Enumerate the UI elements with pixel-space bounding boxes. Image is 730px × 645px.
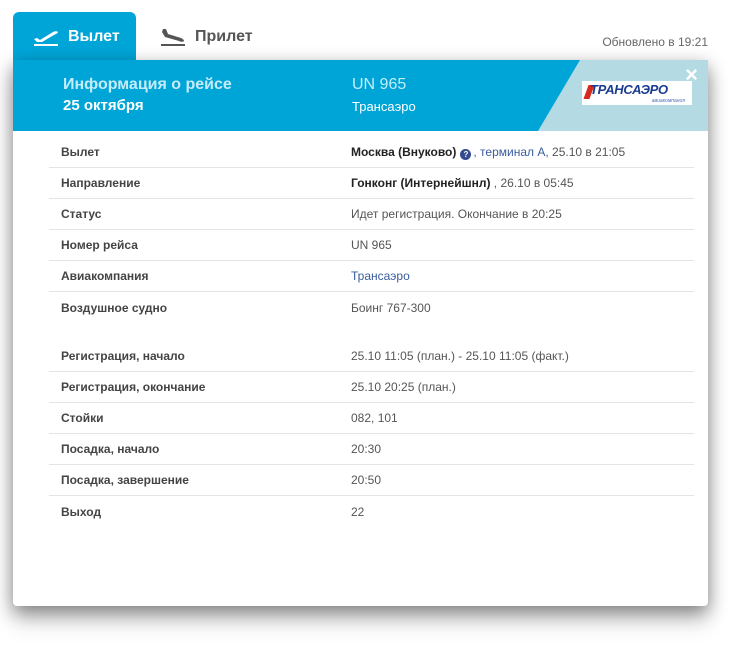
aircraft-value: Боинг 767-300 <box>351 300 431 315</box>
departure-time: , 25.10 в 21:05 <box>545 144 626 159</box>
destination-time: , 26.10 в 05:45 <box>490 176 574 190</box>
status-label: Статус <box>61 207 102 221</box>
tab-departure[interactable]: Вылет <box>13 12 136 62</box>
header-flight-number: UN 965 <box>352 76 407 93</box>
detail-row-checkin-start: Регистрация, начало 25.10 11:05 (план.) … <box>49 341 694 372</box>
airline-logo: ТРАНСАЭРО авиакомпания <box>582 81 692 105</box>
airline-label: Авиакомпания <box>61 269 149 283</box>
boarding-end-value: 20:50 <box>351 473 382 487</box>
flight-number-value: UN 965 <box>351 238 392 252</box>
detail-row-boarding-start: Посадка, начало 20:30 <box>49 434 694 465</box>
boarding-start-label: Посадка, начало <box>61 442 160 456</box>
detail-row-checkin-end: Регистрация, окончание 25.10 20:25 (план… <box>49 372 694 403</box>
tab-departure-label: Вылет <box>68 28 120 45</box>
flight-info-title: Информация о рейсе <box>63 76 232 93</box>
tab-arrival-label: Прилет <box>195 28 253 45</box>
detail-row-departure: Вылет Москва (Внуково)?, терминал А, 25.… <box>49 137 694 168</box>
plane-takeoff-icon <box>34 31 58 46</box>
destination-airport: Гонконг (Интернейшнл) <box>351 176 491 190</box>
boarding-end-label: Посадка, завершение <box>61 473 189 487</box>
detail-row-airline: Авиакомпания Трансаэро <box>49 261 694 292</box>
plane-landing-icon <box>161 29 185 46</box>
checkin-start-value: 25.10 11:05 (план.) - 25.10 11:05 (факт.… <box>351 349 569 363</box>
departure-label: Вылет <box>61 145 100 159</box>
gate-value: 22 <box>351 504 365 519</box>
updated-time: Обновлено в 19:21 <box>602 35 708 49</box>
departure-terminal[interactable]: , терминал А <box>473 145 545 159</box>
status-value: Идет регистрация. Окончание в 20:25 <box>351 207 562 221</box>
checkin-end-label: Регистрация, окончание <box>61 380 206 394</box>
detail-row-aircraft: Воздушное судно Боинг 767-300 <box>49 292 694 323</box>
detail-row-destination: Направление Гонконг (Интернейшнл) , 26.1… <box>49 168 694 199</box>
detail-row-flight-number: Номер рейса UN 965 <box>49 230 694 261</box>
info-icon[interactable]: ? <box>460 148 472 160</box>
close-icon[interactable]: × <box>685 64 698 86</box>
boarding-start-value: 20:30 <box>351 442 382 456</box>
flight-details: Вылет Москва (Внуково)?, терминал А, 25.… <box>49 137 694 527</box>
detail-row-gate: Выход 22 <box>49 496 694 527</box>
flight-number-label: Номер рейса <box>61 238 138 252</box>
flight-date: 25 октября <box>63 97 144 114</box>
flight-header: Информация о рейсе 25 октября UN 965 Тра… <box>13 60 708 131</box>
detail-row-counters: Стойки 082, 101 <box>49 403 694 434</box>
tab-arrival[interactable]: Прилет <box>136 12 266 62</box>
departure-value: Москва (Внуково)?, терминал А, 25.10 в 2… <box>351 145 625 160</box>
airline-link[interactable]: Трансаэро <box>351 269 410 283</box>
airline-logo-subtext: авиакомпания <box>651 98 685 104</box>
checkin-start-label: Регистрация, начало <box>61 349 185 363</box>
destination-label: Направление <box>61 176 141 190</box>
counters-label: Стойки <box>61 411 104 425</box>
flight-info-card: Информация о рейсе 25 октября UN 965 Тра… <box>13 60 708 606</box>
detail-row-status: Статус Идет регистрация. Окончание в 20:… <box>49 199 694 230</box>
detail-row-boarding-end: Посадка, завершение 20:50 <box>49 465 694 496</box>
destination-value: Гонконг (Интернейшнл) , 26.10 в 05:45 <box>351 176 574 190</box>
airline-logo-text: ТРАНСАЭРО <box>590 82 668 97</box>
checkin-end-value: 25.10 20:25 (план.) <box>351 380 456 394</box>
departure-airport: Москва (Внуково) <box>351 144 457 159</box>
counters-value: 082, 101 <box>351 411 398 425</box>
header-airline: Трансаэро <box>352 99 416 114</box>
flight-tabs: Вылет Прилет <box>13 12 266 62</box>
gate-label: Выход <box>61 504 102 519</box>
aircraft-label: Воздушное судно <box>61 300 168 315</box>
